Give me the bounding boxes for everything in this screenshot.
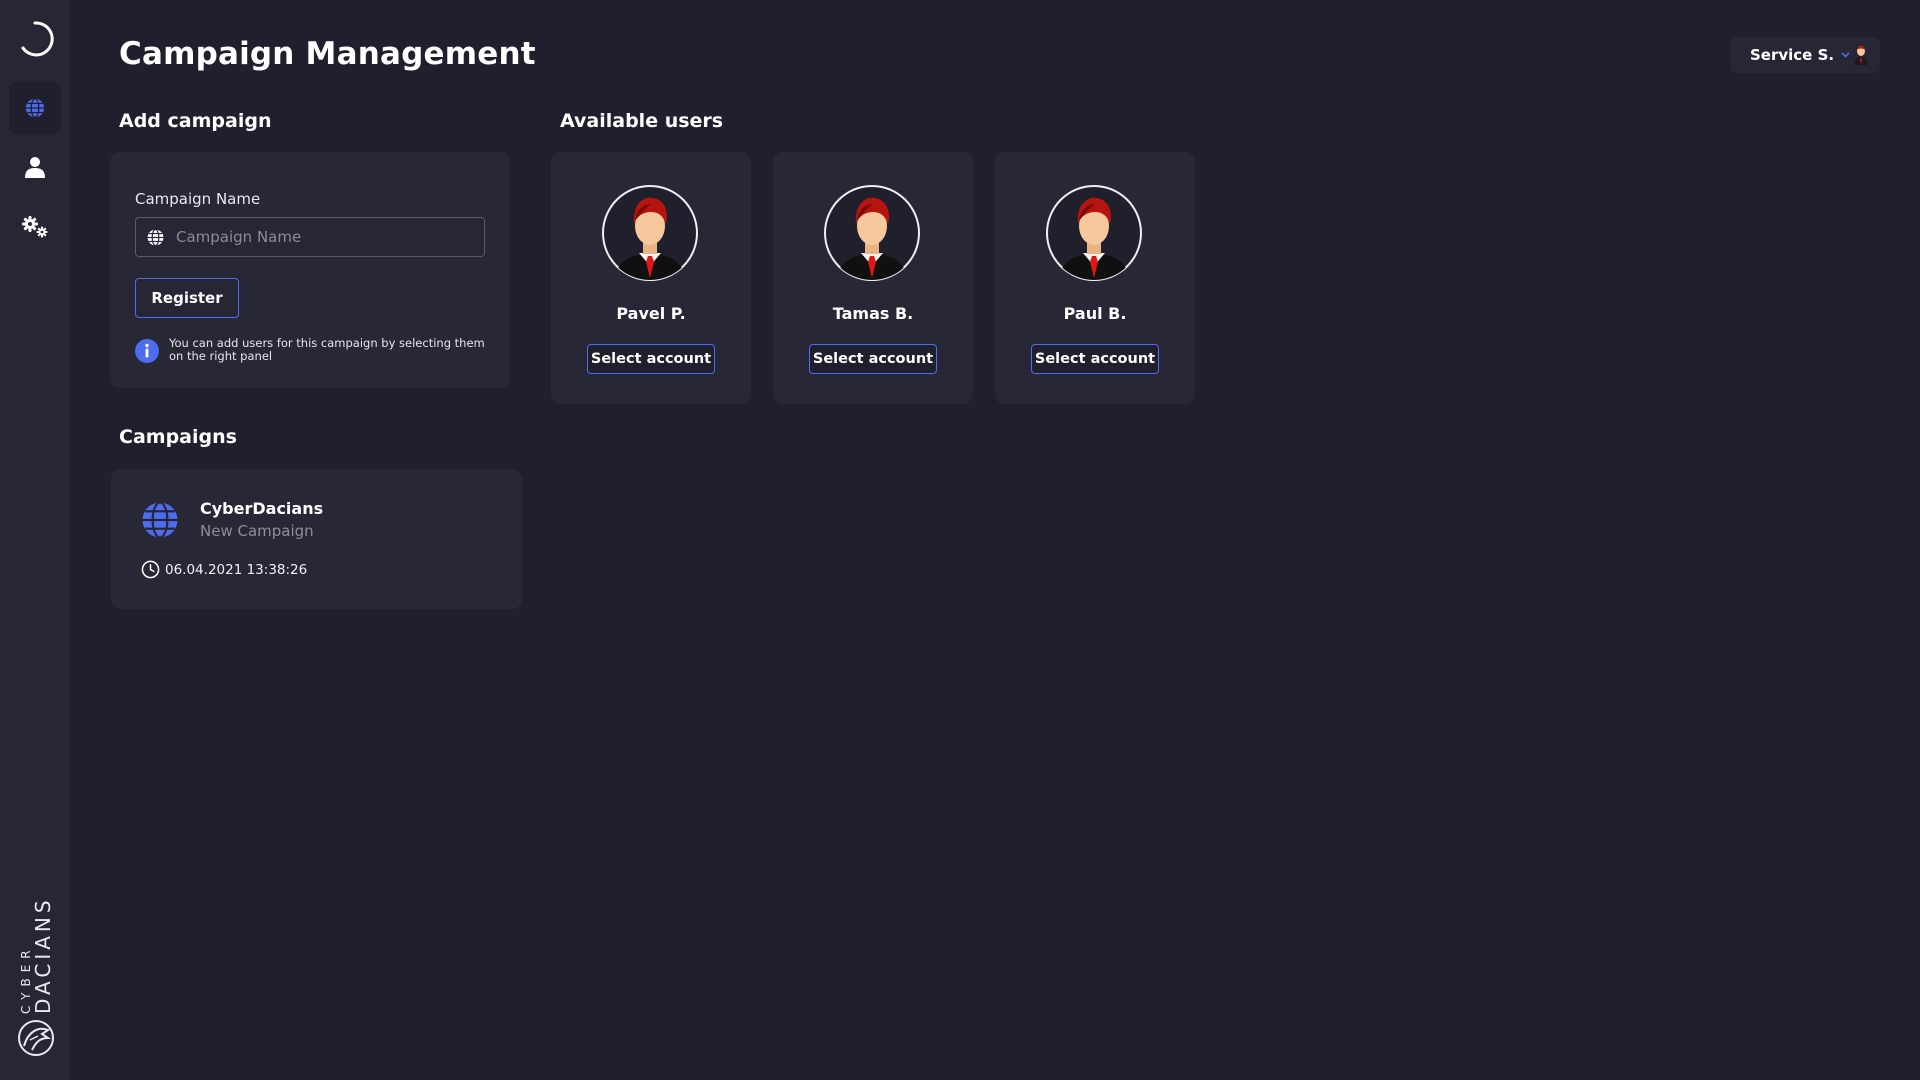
register-button[interactable]: Register bbox=[135, 278, 239, 318]
select-account-button[interactable]: Select account bbox=[809, 344, 937, 374]
sidebar-item-settings[interactable] bbox=[9, 201, 61, 253]
campaign-name-field[interactable] bbox=[135, 217, 485, 257]
gears-icon bbox=[22, 216, 48, 238]
campaign-subtitle: New Campaign bbox=[200, 522, 314, 540]
sidebar-item-users[interactable] bbox=[9, 141, 61, 193]
wolf-emblem-icon bbox=[18, 1020, 54, 1056]
cyberdacians-brand-logo: CYBER DACIANS bbox=[18, 896, 55, 1056]
campaign-date: 06.04.2021 13:38:26 bbox=[165, 562, 308, 578]
user-name: Tamas B. bbox=[832, 304, 914, 323]
globe-icon bbox=[147, 228, 164, 247]
user-menu[interactable]: Service S. bbox=[1730, 37, 1880, 73]
sidebar-logo[interactable] bbox=[9, 13, 61, 65]
add-campaign-card: Campaign Name Register You can add users… bbox=[110, 152, 510, 388]
sidebar-item-campaigns[interactable] bbox=[9, 82, 61, 134]
select-account-button[interactable]: Select account bbox=[1031, 344, 1159, 374]
campaigns-title: Campaigns bbox=[119, 426, 237, 448]
select-account-button[interactable]: Select account bbox=[587, 344, 715, 374]
info-text: You can add users for this campaign by s… bbox=[169, 336, 485, 363]
chevron-down-icon bbox=[1841, 52, 1850, 58]
info-icon bbox=[135, 339, 159, 363]
sidebar: CYBER DACIANS bbox=[0, 0, 70, 1080]
user-icon bbox=[25, 157, 45, 178]
user-avatar-icon bbox=[1046, 185, 1142, 281]
user-card: Pavel P. Select account bbox=[551, 152, 751, 404]
globe-icon bbox=[25, 98, 45, 118]
globe-icon bbox=[142, 501, 178, 539]
spinner-logo-icon bbox=[21, 21, 54, 57]
user-menu-name: Service S. bbox=[1750, 46, 1835, 64]
user-avatar-icon bbox=[824, 185, 920, 281]
add-campaign-title: Add campaign bbox=[119, 110, 272, 132]
campaign-name-label: Campaign Name bbox=[135, 190, 261, 208]
user-name: Paul B. bbox=[1063, 304, 1127, 323]
clock-icon bbox=[141, 560, 160, 579]
campaign-name-input[interactable] bbox=[176, 218, 476, 256]
available-users-title: Available users bbox=[560, 110, 724, 132]
user-avatar-icon bbox=[1855, 46, 1867, 65]
user-name: Pavel P. bbox=[616, 304, 686, 323]
campaign-list-item[interactable]: CyberDacians New Campaign 06.04.2021 13:… bbox=[111, 469, 522, 609]
user-card: Tamas B. Select account bbox=[773, 152, 973, 404]
user-card: Paul B. Select account bbox=[995, 152, 1195, 404]
user-avatar-icon bbox=[602, 185, 698, 281]
campaign-name: CyberDacians bbox=[200, 499, 324, 518]
page-title: Campaign Management bbox=[119, 36, 536, 72]
brand-bottom-text: DACIANS bbox=[31, 896, 55, 1014]
